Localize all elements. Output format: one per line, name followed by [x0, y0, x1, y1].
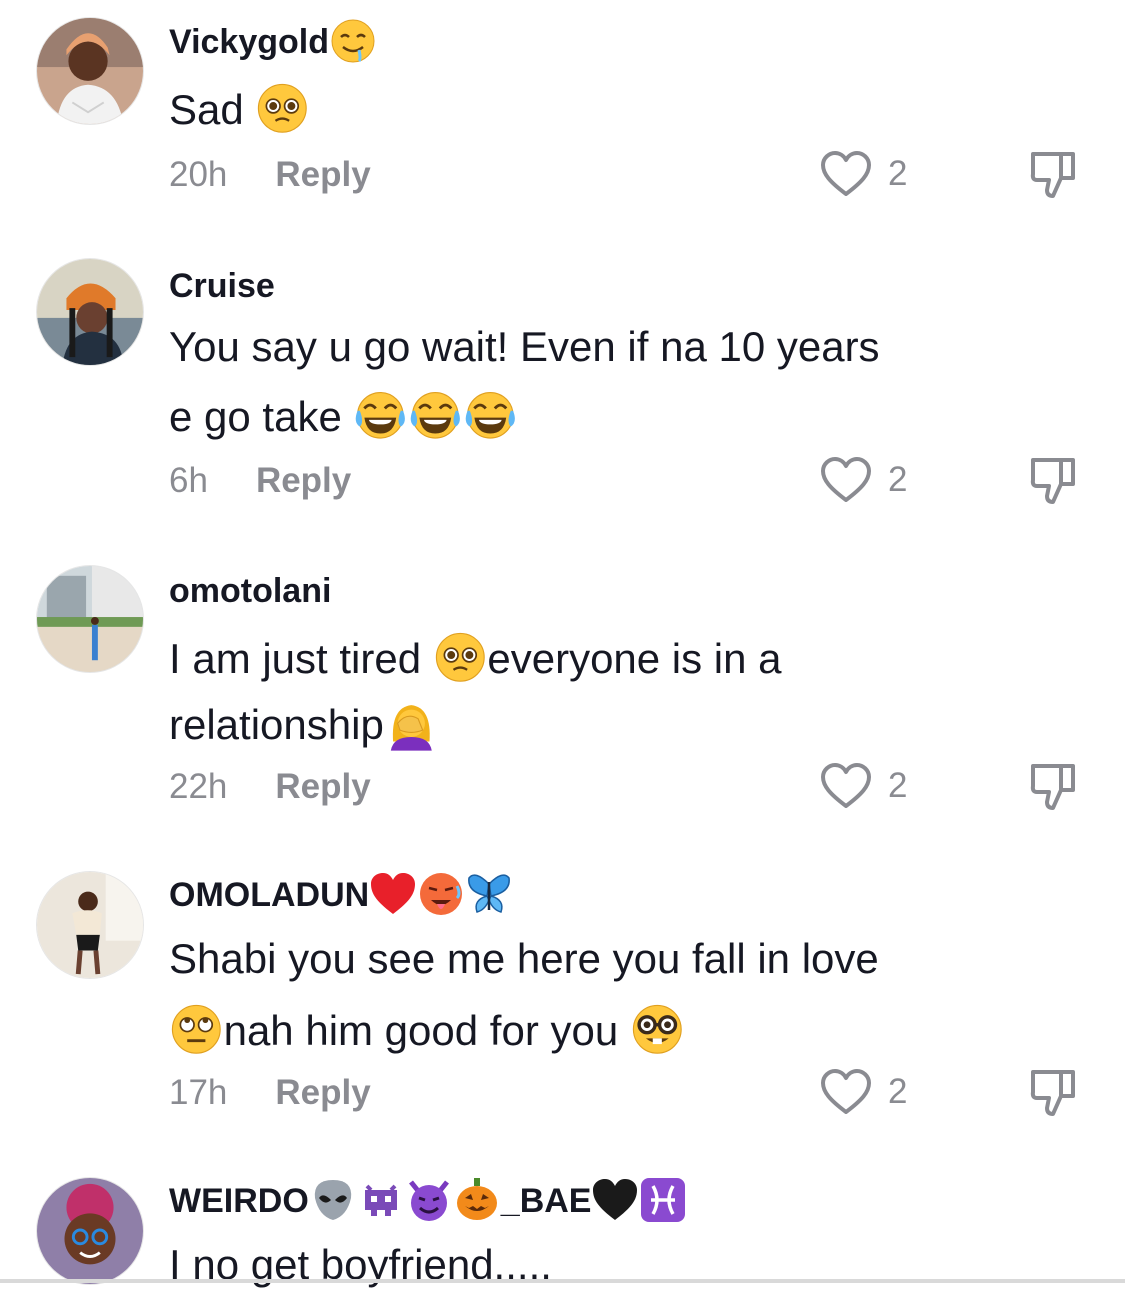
screen-bottom-edge [0, 1279, 1125, 1283]
jack-o-lantern-icon [453, 1176, 501, 1224]
smiling-devil-icon [405, 1176, 453, 1224]
alien-monster-icon [357, 1176, 405, 1224]
comment-text-line: I no get boyfriend..... [169, 1241, 552, 1288]
alien-icon [309, 1176, 357, 1224]
black-heart-icon [591, 1176, 639, 1224]
avatar[interactable] [36, 1177, 144, 1285]
comment-item: WEIRDO _BAE I no get boyfriend..... [0, 0, 1125, 1288]
comment-username[interactable]: WEIRDO _BAE [169, 1178, 687, 1224]
comment-text: I no get boyfriend..... [169, 1232, 989, 1298]
pisces-icon [639, 1176, 687, 1224]
